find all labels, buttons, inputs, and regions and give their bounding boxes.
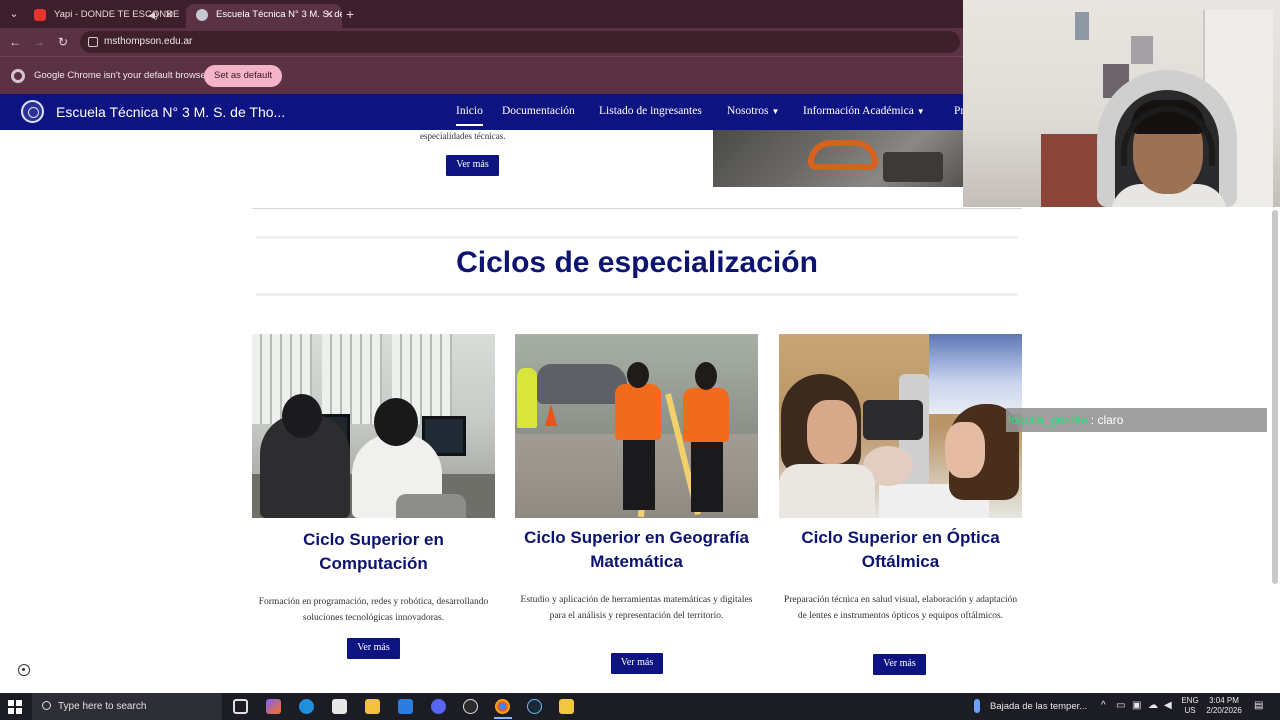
set-default-button[interactable]: Set as default (204, 65, 283, 87)
tab-youtube[interactable]: Yapi - DONDE TE ESCONDE ◀) ✕ (24, 4, 182, 28)
search-icon (42, 701, 51, 710)
volume-icon[interactable]: ◀ (1164, 701, 1172, 711)
card-title-optica[interactable]: Ciclo Superior en Óptica Oftálmica (779, 526, 1022, 574)
previous-section-text: especialidades técnicas. (420, 131, 506, 141)
steam-icon[interactable] (527, 699, 542, 714)
chat-message: foquita_gordita : claro (1006, 408, 1267, 432)
audio-icon[interactable]: ◀) (148, 4, 158, 26)
section-title: Ciclos de especialización (456, 246, 818, 279)
nav-documentacion[interactable]: Documentación (502, 94, 575, 128)
close-tab-icon[interactable]: ✕ (165, 4, 174, 26)
nav-label: Documentación (502, 105, 575, 117)
geografia-photo (515, 334, 758, 518)
file-explorer-icon[interactable] (365, 699, 380, 714)
clock-time: 3:04 PM (1209, 696, 1239, 705)
obs-icon[interactable] (463, 699, 478, 714)
taskbar: Type here to search Bajada de las temper… (0, 693, 1280, 720)
nav-nosotros[interactable]: Nosotros ▼ (727, 94, 779, 129)
task-view-icon[interactable] (233, 699, 248, 714)
edge-icon[interactable] (299, 699, 314, 714)
workshop-photo (713, 130, 963, 187)
windows-start-icon[interactable] (8, 700, 22, 714)
ver-mas-computacion-button[interactable]: Ver más (347, 638, 400, 659)
onedrive-icon[interactable]: ☁ (1148, 701, 1158, 711)
mail-icon[interactable] (398, 699, 413, 714)
reload-icon[interactable]: ↻ (55, 34, 71, 50)
new-tab-icon[interactable]: + (346, 6, 354, 22)
address-bar[interactable]: msthompson.edu.ar (80, 31, 960, 53)
chat-text: claro (1097, 413, 1124, 427)
page-info-icon[interactable] (18, 664, 30, 676)
site-title[interactable]: Escuela Técnica N° 3 M. S. de Tho... (56, 94, 285, 130)
language-code: ENG (1181, 696, 1199, 705)
nav-inicio[interactable]: Inicio (456, 94, 483, 128)
language-indicator[interactable]: ENG US (1178, 696, 1202, 716)
taskbar-search[interactable]: Type here to search (32, 693, 222, 720)
tab-school[interactable]: Escuela Técnica N° 3 M. S. de T ✕ (186, 4, 342, 28)
title-rule-bottom (256, 293, 1018, 296)
optica-photo (779, 334, 1022, 518)
nav-label: Inicio (456, 105, 483, 117)
chevron-up-icon[interactable]: ^ (1101, 701, 1106, 711)
page-scrollbar[interactable] (1272, 210, 1278, 584)
tab-search-icon[interactable]: ⌄ (6, 6, 22, 22)
title-rule-top (256, 236, 1018, 239)
card-description: Preparación técnica en salud visual, ela… (783, 595, 1018, 621)
network-icon[interactable]: ▭ (1116, 701, 1125, 711)
store-icon[interactable] (332, 699, 347, 714)
ver-mas-optica-button[interactable]: Ver más (873, 654, 926, 675)
region-code: US (1184, 706, 1196, 715)
card-description: Formación en programación, redes y robót… (258, 597, 489, 623)
site-favicon-icon (196, 9, 208, 21)
nav-label: Información Académica (803, 105, 914, 117)
school-logo-icon[interactable] (21, 100, 44, 123)
tab-title: Yapi - DONDE TE ESCONDE (54, 9, 180, 20)
chat-username: foquita_gordita (1008, 413, 1088, 427)
card-title-geografia[interactable]: Ciclo Superior en Geografía Matemática (515, 526, 758, 574)
weather-icon[interactable] (974, 699, 980, 713)
url-text: msthompson.edu.ar (104, 36, 193, 47)
close-tab-icon[interactable]: ✕ (325, 4, 334, 26)
notifications-icon[interactable]: ▤ (1254, 701, 1263, 711)
section-divider (252, 208, 1022, 209)
clock-date: 2/20/2026 (1206, 706, 1242, 715)
nav-listado-ingresantes[interactable]: Listado de ingresantes (599, 94, 702, 128)
app-icon[interactable] (559, 699, 574, 714)
site-info-icon[interactable] (88, 37, 98, 47)
ver-mas-geografia-button[interactable]: Ver más (611, 653, 663, 674)
clock[interactable]: 3:04 PM 2/20/2026 (1200, 696, 1248, 716)
nav-label: Listado de ingresantes (599, 105, 702, 117)
back-icon[interactable]: ← (7, 34, 23, 50)
computacion-photo (252, 334, 495, 518)
tab-title: Escuela Técnica N° 3 M. S. de T (216, 9, 342, 20)
active-app-indicator (494, 717, 512, 719)
forward-icon[interactable]: → (31, 34, 47, 50)
search-placeholder: Type here to search (58, 701, 147, 712)
nav-informacion-academica[interactable]: Información Académica ▼ (803, 94, 925, 129)
chevron-down-icon: ▼ (916, 107, 925, 116)
chrome-taskbar-icon[interactable] (495, 699, 510, 714)
webcam-overlay (963, 0, 1280, 207)
chrome-icon (11, 69, 25, 83)
chat-separator: : (1090, 413, 1095, 427)
infobar-message: Google Chrome isn't your default browser (34, 70, 210, 81)
copilot-icon[interactable] (266, 699, 281, 714)
weather-text[interactable]: Bajada de las temper... (990, 693, 1087, 720)
discord-icon[interactable] (431, 699, 446, 714)
chevron-down-icon: ▼ (771, 107, 780, 116)
card-title-computacion[interactable]: Ciclo Superior en Computación (252, 528, 495, 576)
card-description: Estudio y aplicación de herramientas mat… (520, 595, 753, 621)
youtube-icon (34, 9, 46, 21)
nav-label: Nosotros (727, 105, 769, 117)
ver-mas-button[interactable]: Ver más (446, 155, 499, 176)
display-icon[interactable]: ▣ (1132, 701, 1141, 711)
